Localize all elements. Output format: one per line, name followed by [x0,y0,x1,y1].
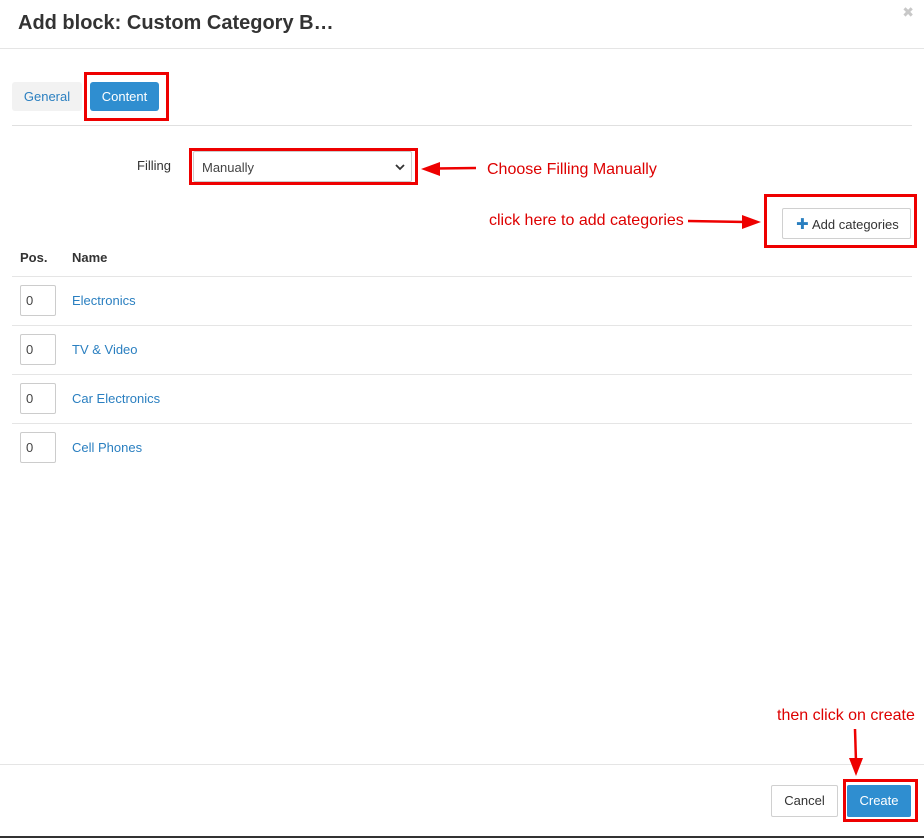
arrow-to-create [849,728,863,776]
arrow-to-filling [421,162,477,176]
arrow-to-add-categories [687,215,761,229]
annotation-arrows [421,162,863,776]
